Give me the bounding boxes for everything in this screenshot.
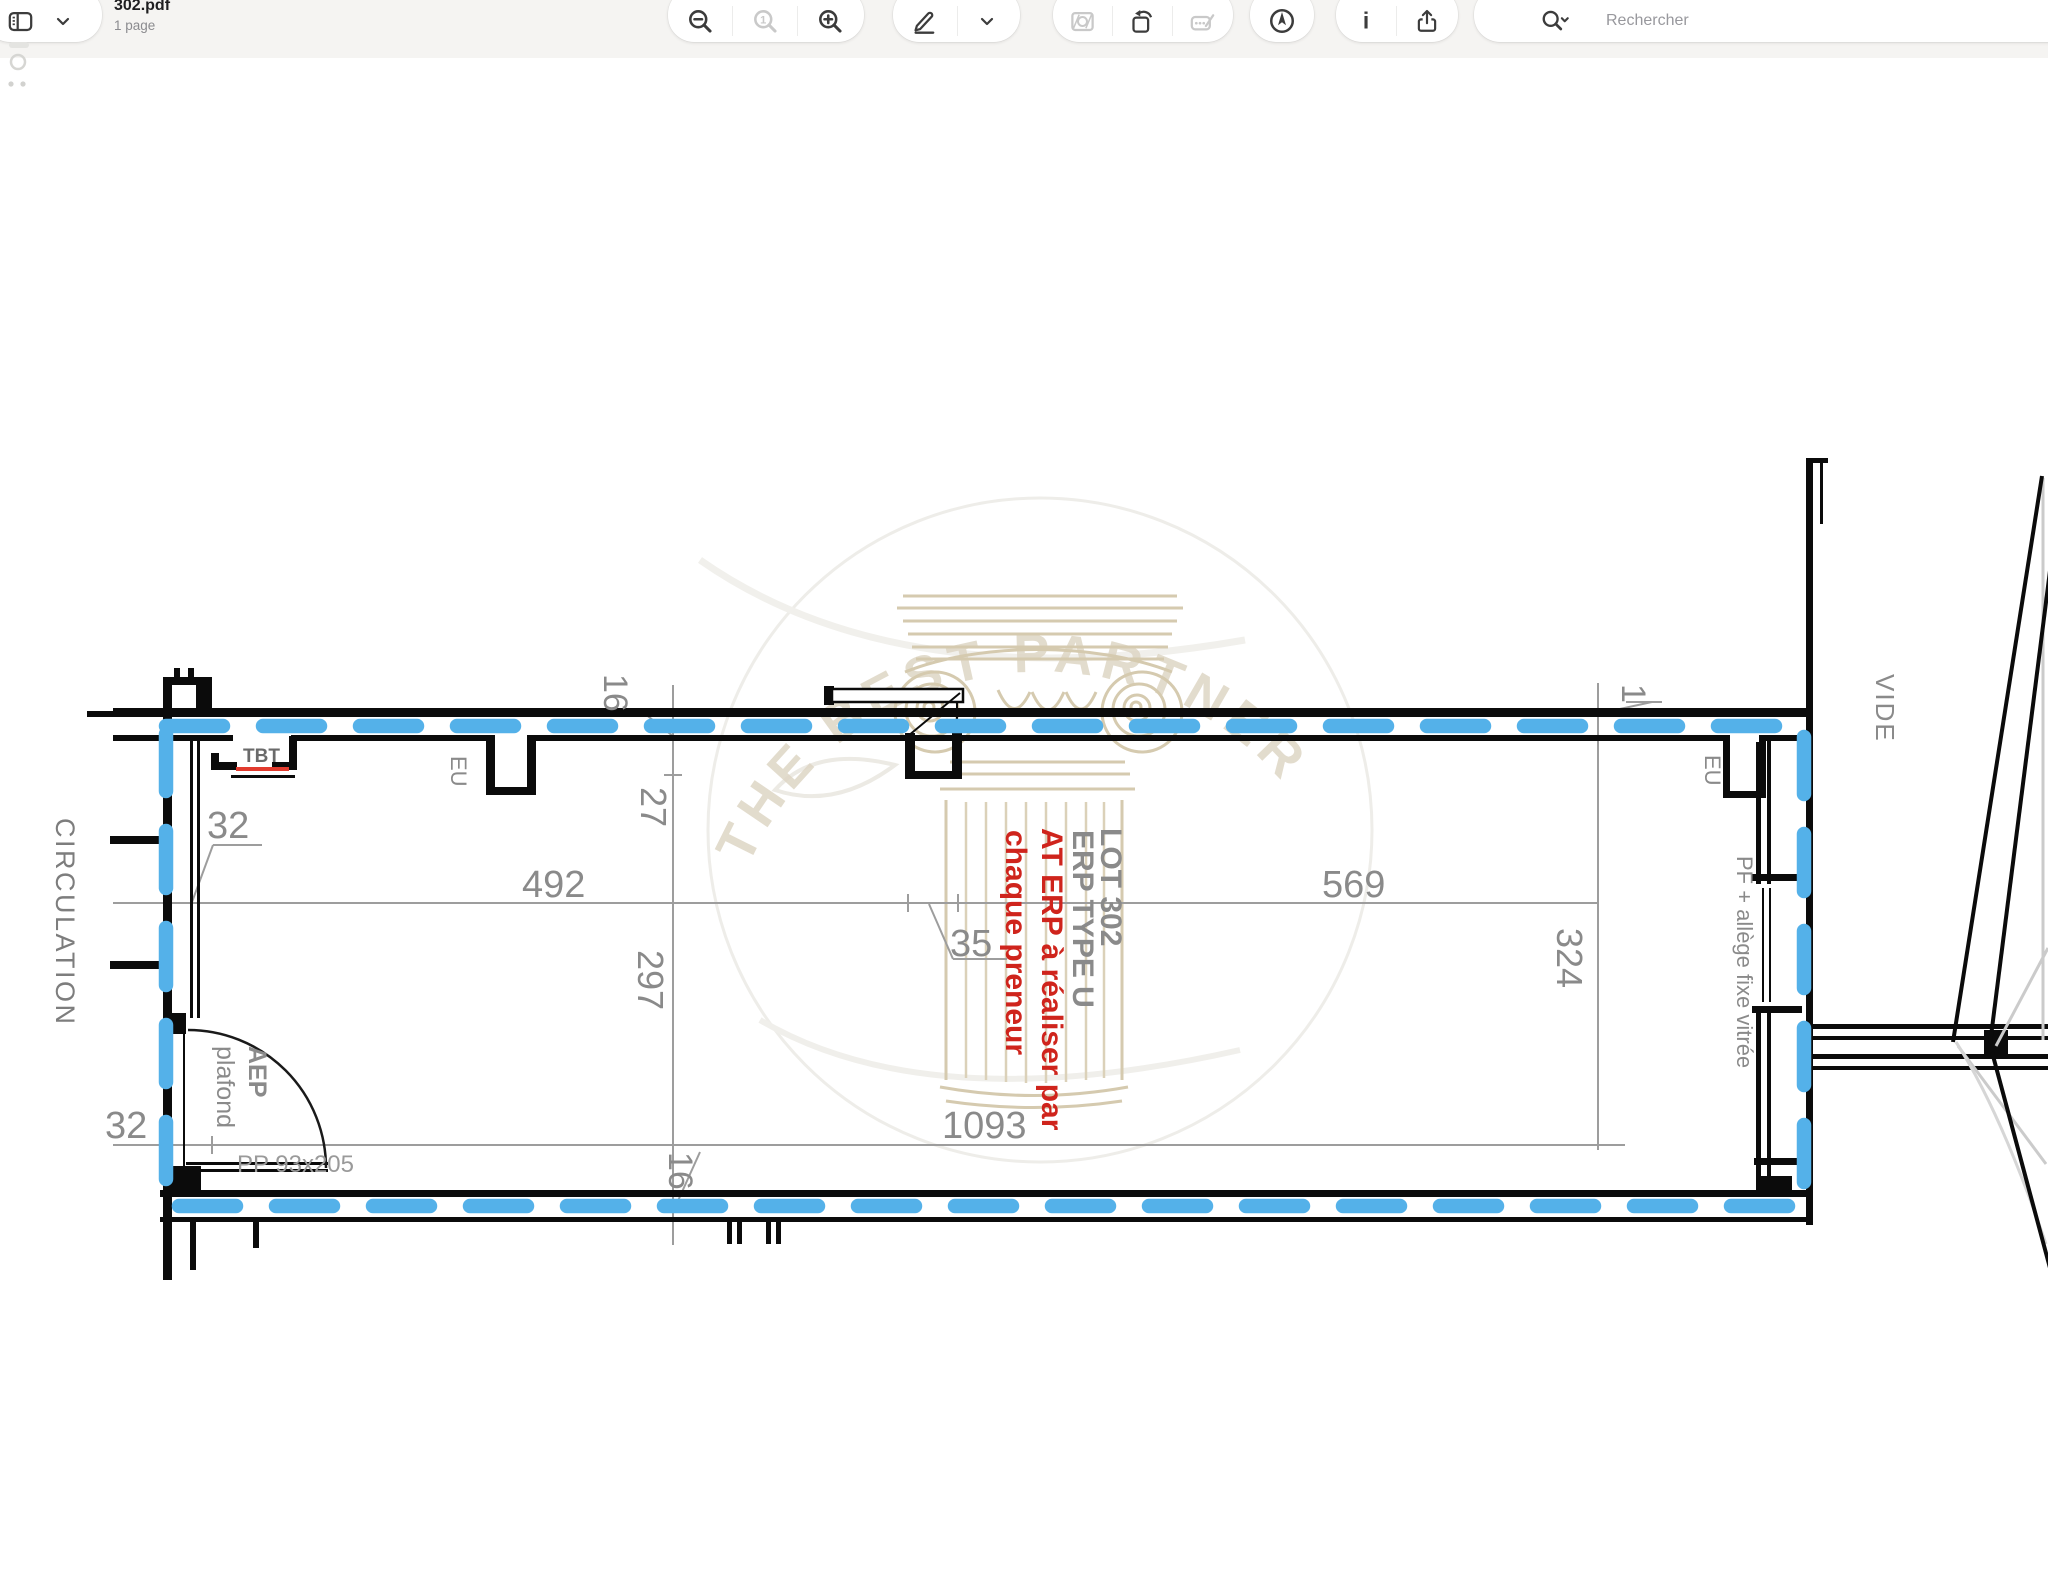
annotation-line2: chaque preneur: [999, 830, 1032, 1055]
zoom-in-button[interactable]: [798, 1, 862, 41]
info-share-pill: i: [1336, 0, 1458, 42]
navigate-compass-icon: [1267, 6, 1297, 36]
label-eu-left: EU: [446, 756, 471, 787]
dim-27: 27: [633, 787, 674, 827]
navigate-button[interactable]: [1250, 1, 1314, 41]
label-eu-right: EU: [1700, 755, 1725, 786]
fill-sign-icon: [1189, 8, 1216, 35]
dim-1: 1: [1614, 684, 1652, 703]
info-icon: i: [1353, 8, 1379, 34]
search-pill: [1474, 0, 2048, 42]
markup-button[interactable]: [893, 1, 957, 41]
sidebar-ghost-icons: [6, 42, 42, 95]
actual-size-button[interactable]: 1: [733, 1, 797, 41]
zoom-out-icon: [686, 7, 714, 35]
annotation-line1: AT ERP à réaliser par: [1035, 828, 1068, 1131]
label-circulation: CIRCULATION: [50, 818, 80, 1027]
page-count: 1 page: [114, 18, 170, 34]
label-pf-window: PF + allège fixe vitrée: [1732, 856, 1757, 1068]
svg-text:1: 1: [760, 14, 766, 26]
chevron-down-icon: [980, 17, 994, 26]
vide-truss: [1953, 476, 2048, 1268]
zoom-out-button[interactable]: [668, 1, 732, 41]
toolbar: 302.pdf 1 page 1: [0, 0, 2048, 58]
search-options-button[interactable]: [1526, 1, 1586, 41]
zoom-in-icon: [816, 7, 844, 35]
dim-324: 324: [1549, 928, 1590, 988]
document-title: 302.pdf: [114, 0, 170, 15]
navigate-pill: [1250, 0, 1314, 42]
info-button[interactable]: i: [1336, 1, 1396, 41]
markup-pill: [893, 0, 1020, 42]
markup-options-button[interactable]: [958, 1, 1016, 41]
sidebar-pill: [0, 0, 102, 42]
dim-32-top: 32: [207, 805, 249, 847]
dim-16-bottom: 16: [661, 1152, 699, 1190]
floor-plan-canvas[interactable]: THE BEST PARTNER: [0, 0, 2048, 1589]
sidebar-chevron-button[interactable]: [48, 1, 78, 41]
dim-16-top: 16: [596, 674, 634, 712]
sidebar-icon: [7, 8, 34, 35]
label-vide: VIDE: [1870, 674, 1900, 743]
dim-492: 492: [522, 864, 585, 906]
plan-labels: CIRCULATION VIDE TBT EU EU LOT 302 ERP T…: [50, 674, 1900, 1190]
search-input[interactable]: [1604, 11, 1988, 31]
dim-32-bottom: 32: [105, 1105, 147, 1147]
dim-1093: 1093: [942, 1105, 1027, 1147]
redact-icon: [1069, 8, 1096, 35]
label-erp-type: ERP TYPE U: [1066, 830, 1099, 1008]
share-icon: [1414, 8, 1440, 34]
label-plafond: plafond: [211, 1046, 239, 1128]
search-icon: [1540, 8, 1572, 34]
zoom-pill: 1: [668, 0, 864, 42]
label-tbt: TBT: [243, 746, 280, 767]
document-title-block: 302.pdf 1 page: [114, 0, 170, 34]
dim-35: 35: [950, 923, 992, 965]
redact-button[interactable]: [1053, 1, 1112, 41]
tools-pill: [1053, 0, 1233, 42]
tbt-red-marker: [236, 767, 289, 771]
markup-pencil-icon: [911, 7, 939, 35]
rotate-button[interactable]: [1113, 1, 1172, 41]
dim-569: 569: [1322, 864, 1385, 906]
fill-sign-button[interactable]: [1173, 1, 1232, 41]
actual-size-icon: 1: [751, 7, 779, 35]
eu-fixture-left: [486, 735, 536, 795]
svg-text:i: i: [1363, 8, 1369, 34]
share-button[interactable]: [1397, 1, 1457, 41]
sidebar-toggle-button[interactable]: [0, 1, 48, 41]
eu-fixture-right: [1723, 735, 1766, 798]
rotate-icon: [1129, 8, 1156, 35]
dim-297: 297: [630, 950, 671, 1010]
label-door-ref: PP 93x205: [237, 1151, 354, 1178]
label-aep: AEP: [243, 1046, 271, 1097]
chevron-down-icon: [56, 17, 70, 26]
